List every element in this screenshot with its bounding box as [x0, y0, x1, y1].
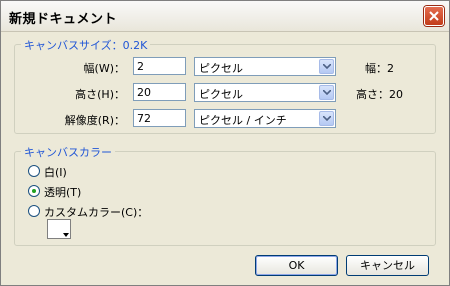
resolution-unit-select[interactable]: ピクセル / インチ [194, 109, 336, 128]
height-label: 高さ(H)： [75, 88, 125, 101]
radio-custom-color[interactable]: カスタムカラー(C)： [28, 204, 168, 220]
height-input[interactable] [133, 83, 186, 101]
small-triangle-icon [63, 233, 69, 237]
radio-white[interactable]: 白(I) [28, 164, 88, 180]
dropdown-arrow[interactable] [319, 111, 334, 126]
chevron-down-icon [323, 90, 331, 95]
radio-button[interactable] [28, 165, 40, 177]
radio-button[interactable] [28, 205, 40, 217]
ok-button[interactable]: OK [255, 255, 338, 276]
dropdown-arrow[interactable] [319, 59, 334, 74]
title-bar: 新規ドキュメント [1, 1, 449, 32]
width-input[interactable] [133, 57, 186, 75]
width-unit-select[interactable]: ピクセル [194, 57, 336, 76]
close-button[interactable] [424, 6, 444, 26]
height-unit-value: ピクセル [199, 88, 243, 101]
dropdown-arrow[interactable] [319, 85, 334, 100]
width-unit-value: ピクセル [199, 62, 243, 75]
height-info: 高さ：20 [356, 88, 403, 101]
cancel-button[interactable]: キャンセル [346, 255, 429, 276]
radio-transparent-label: 透明(T) [44, 186, 82, 199]
resolution-label: 解像度(R)： [64, 114, 125, 127]
height-unit-select[interactable]: ピクセル [194, 83, 336, 102]
radio-custom-color-label: カスタムカラー(C)： [44, 206, 149, 219]
new-document-dialog: 新規ドキュメント キャンバスサイズ：0.2K 幅(W)： ピクセル 幅：2 高さ… [0, 0, 450, 286]
resolution-input[interactable] [133, 109, 186, 127]
resolution-unit-value: ピクセル / インチ [199, 114, 287, 127]
dialog-title: 新規ドキュメント [9, 12, 118, 27]
radio-transparent[interactable]: 透明(T) [28, 184, 108, 200]
width-info: 幅：2 [365, 62, 394, 75]
radio-selected-dot [32, 189, 36, 193]
chevron-down-icon [323, 116, 331, 121]
custom-color-swatch[interactable] [47, 219, 71, 239]
radio-white-label: 白(I) [44, 166, 67, 179]
canvas-size-legend: キャンバスサイズ：0.2K [21, 37, 151, 53]
radio-button[interactable] [28, 185, 40, 197]
close-icon [429, 11, 439, 21]
canvas-color-legend: キャンバスカラー [21, 144, 115, 160]
chevron-down-icon [323, 64, 331, 69]
width-label: 幅(W)： [83, 62, 125, 75]
